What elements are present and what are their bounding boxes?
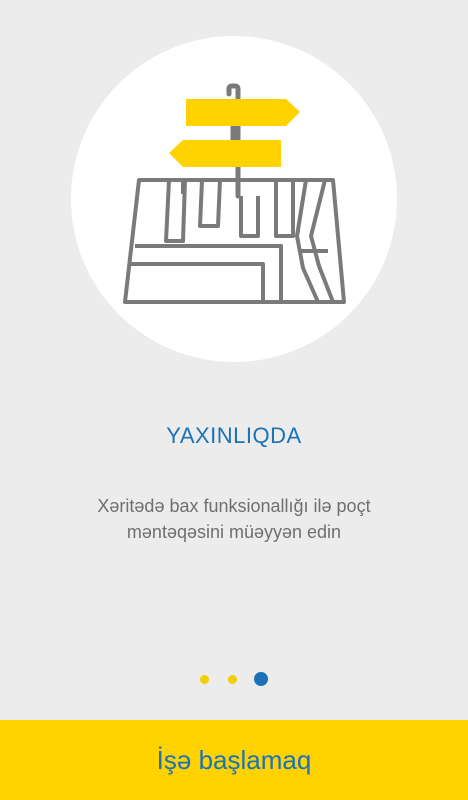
get-started-button[interactable]: İşə başlamaq	[0, 720, 468, 800]
illustration-circle	[71, 36, 397, 362]
onboarding-title: YAXINLIQDA	[166, 423, 302, 448]
page-dot-1[interactable]	[200, 675, 209, 684]
map-signpost-icon	[123, 83, 346, 304]
onboarding-screen: YAXINLIQDA Xəritədə bax funksionallığı i…	[0, 0, 468, 800]
description-line-2: məntəqəsini müəyyən edin	[126, 522, 342, 542]
page-indicator	[0, 671, 468, 687]
page-dot-2[interactable]	[228, 675, 237, 684]
onboarding-description: Xəritədə bax funksionallığı ilə poçt mən…	[40, 493, 428, 545]
description-line-1: Xəritədə bax funksionallığı ilə poçt	[97, 496, 371, 516]
page-dot-3-active[interactable]	[254, 672, 268, 686]
